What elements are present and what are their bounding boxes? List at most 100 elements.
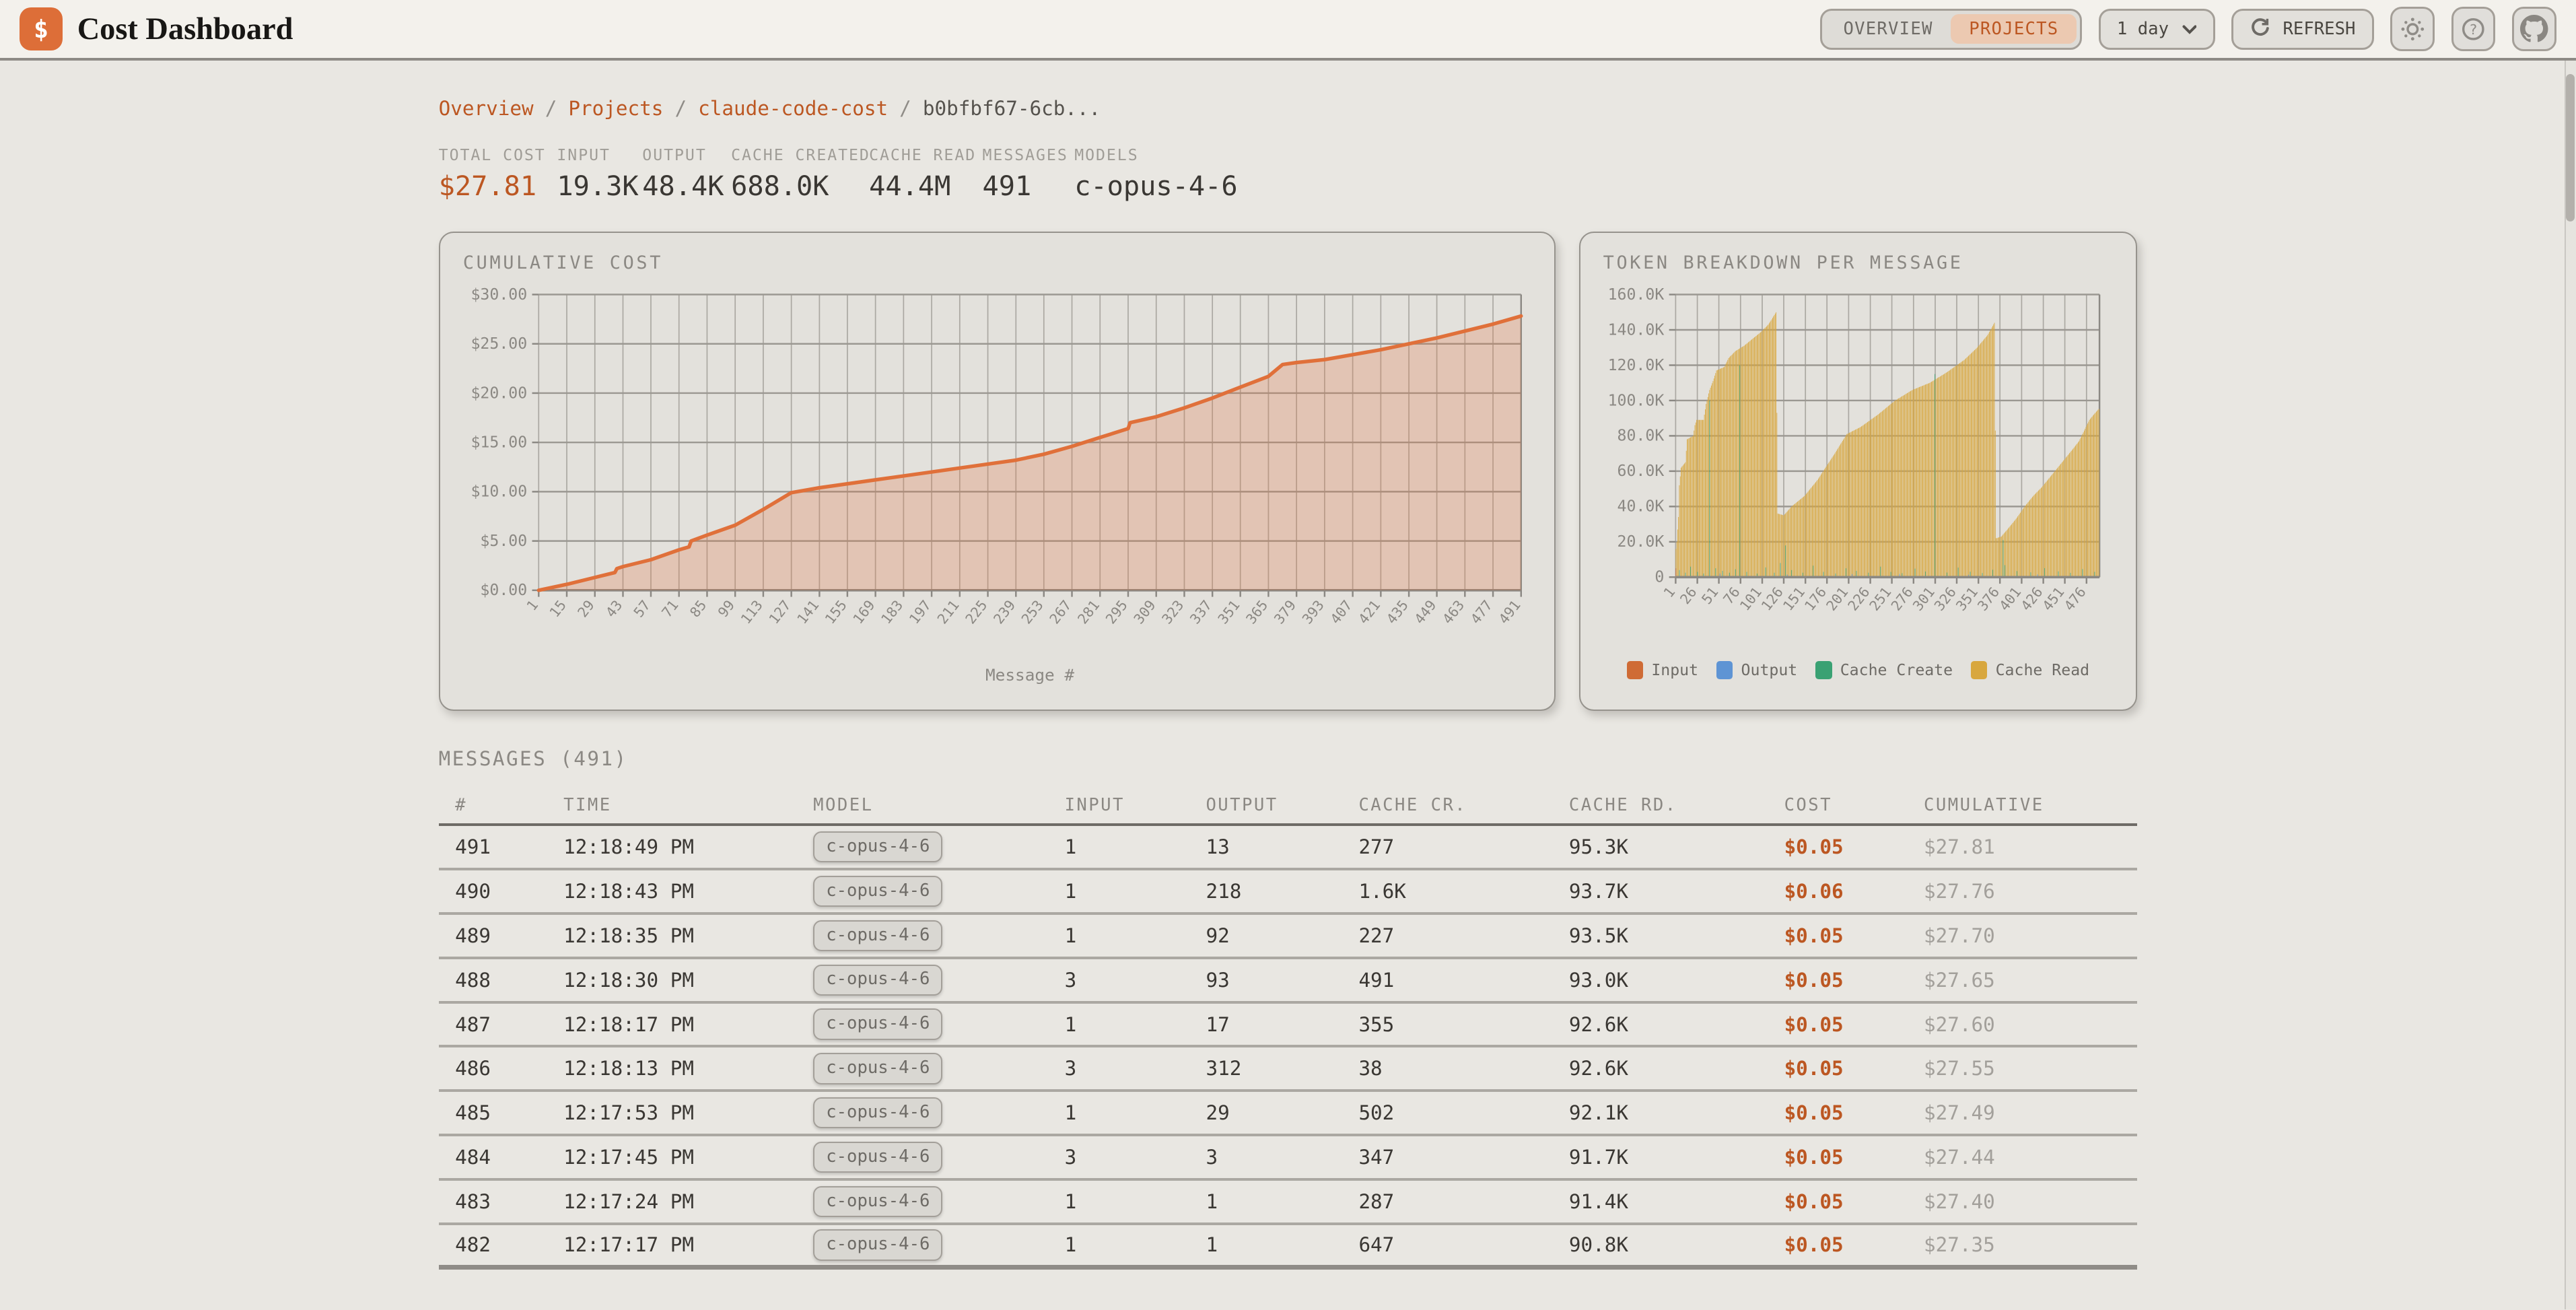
legend-swatch: [1716, 661, 1733, 679]
help-icon: ?: [2461, 17, 2486, 42]
svg-text:176: 176: [1801, 584, 1830, 614]
table-row[interactable]: 48612:18:13 PMc-opus-4-633123892.6K$0.05…: [439, 1047, 2138, 1092]
row-cumulative: $27.49: [1924, 1101, 2137, 1124]
row-cumulative: $27.81: [1924, 835, 2137, 858]
row-output: 92: [1206, 924, 1358, 947]
row-number: 487: [455, 1013, 563, 1036]
model-badge: c-opus-4-6: [813, 876, 942, 907]
row-number: 483: [455, 1190, 563, 1213]
app-title: Cost Dashboard: [77, 11, 293, 47]
legend-swatch: [1627, 661, 1643, 679]
svg-text:126: 126: [1758, 584, 1786, 614]
svg-text:Message #: Message #: [985, 665, 1074, 685]
scrollbar-thumb[interactable]: [2566, 74, 2574, 222]
table-row[interactable]: 49012:18:43 PMc-opus-4-612181.6K93.7K$0.…: [439, 870, 2138, 915]
svg-text:393: 393: [1299, 597, 1327, 627]
table-row[interactable]: 49112:18:49 PMc-opus-4-611327795.3K$0.05…: [439, 826, 2138, 870]
github-button[interactable]: [2512, 7, 2556, 51]
theme-toggle-button[interactable]: [2390, 7, 2435, 51]
breadcrumb-link[interactable]: Projects: [568, 97, 663, 120]
svg-text:407: 407: [1327, 597, 1355, 627]
stat-models: MODELSc-opus-4-6: [1074, 146, 1237, 202]
column-header: TIME: [563, 795, 813, 815]
table-row[interactable]: 48712:18:17 PMc-opus-4-611735592.6K$0.05…: [439, 1004, 2138, 1048]
svg-text:451: 451: [2039, 584, 2067, 614]
svg-text:43: 43: [602, 597, 625, 620]
column-header: CACHE RD.: [1569, 795, 1784, 815]
stat-output: OUTPUT48.4K: [642, 146, 731, 202]
stat-total-cost: TOTAL COST $27.81: [439, 146, 557, 202]
row-input: 1: [1065, 1233, 1206, 1256]
stat-value: $27.81: [439, 171, 557, 202]
stat-value: 44.4M: [869, 171, 982, 202]
cumulative-cost-panel: CUMULATIVE COST 115294357718599113127141…: [439, 232, 1556, 712]
row-cost: $0.05: [1784, 1013, 1924, 1036]
model-badge: c-opus-4-6: [813, 965, 942, 996]
row-input: 1: [1065, 1190, 1206, 1213]
row-model: c-opus-4-6: [813, 876, 1064, 907]
row-time: 12:17:53 PM: [563, 1101, 813, 1124]
row-input: 1: [1065, 1013, 1206, 1036]
table-row[interactable]: 48812:18:30 PMc-opus-4-639349193.0K$0.05…: [439, 959, 2138, 1004]
tab-projects[interactable]: PROJECTS: [1951, 14, 2077, 44]
scrollbar[interactable]: [2565, 61, 2576, 1309]
svg-text:449: 449: [1411, 597, 1439, 627]
breadcrumb-link[interactable]: claude-code-cost: [698, 97, 888, 120]
stat-label: TOTAL COST: [439, 146, 557, 164]
svg-text:$30.00: $30.00: [471, 285, 527, 304]
table-row[interactable]: 48412:17:45 PMc-opus-4-63334791.7K$0.05$…: [439, 1136, 2138, 1181]
svg-text:239: 239: [990, 597, 1018, 627]
row-model: c-opus-4-6: [813, 965, 1064, 996]
table-row[interactable]: 48212:17:17 PMc-opus-4-61164790.8K$0.05$…: [439, 1225, 2138, 1270]
stat-messages: MESSAGES491: [983, 146, 1075, 202]
svg-text:80.0K: 80.0K: [1617, 427, 1664, 445]
breadcrumb-link[interactable]: Overview: [439, 97, 534, 120]
row-input: 1: [1065, 835, 1206, 858]
row-number: 491: [455, 835, 563, 858]
svg-text:326: 326: [1931, 584, 1959, 614]
range-select[interactable]: 1 day: [2099, 9, 2215, 50]
table-row[interactable]: 48512:17:53 PMc-opus-4-612950292.1K$0.05…: [439, 1092, 2138, 1136]
svg-text:401: 401: [1996, 584, 2024, 614]
dollar-logo-icon: $: [20, 7, 62, 50]
svg-text:477: 477: [1467, 597, 1496, 627]
svg-text:183: 183: [878, 597, 906, 627]
stat-input: INPUT19.3K: [557, 146, 642, 202]
table-header-row: #TIMEMODELINPUTOUTPUTCACHE CR.CACHE RD.C…: [439, 786, 2138, 826]
row-model: c-opus-4-6: [813, 1008, 1064, 1039]
table-row[interactable]: 48912:18:35 PMc-opus-4-619222793.5K$0.05…: [439, 915, 2138, 959]
svg-text:155: 155: [822, 597, 850, 627]
legend-label: Input: [1651, 661, 1698, 679]
svg-text:251: 251: [1866, 584, 1894, 614]
column-header: MODEL: [813, 795, 1064, 815]
sun-icon: [2400, 17, 2425, 42]
svg-text:426: 426: [2017, 584, 2046, 614]
svg-text:376: 376: [1974, 584, 2003, 614]
svg-text:337: 337: [1187, 597, 1215, 627]
row-number: 488: [455, 969, 563, 992]
svg-text:140.0K: 140.0K: [1607, 321, 1664, 339]
stat-label: OUTPUT: [642, 146, 731, 164]
legend-swatch: [1815, 661, 1832, 679]
row-input: 3: [1065, 1146, 1206, 1169]
svg-text:197: 197: [906, 597, 934, 627]
brand: $ Cost Dashboard: [20, 7, 293, 50]
tab-overview[interactable]: OVERVIEW: [1825, 14, 1951, 44]
legend-swatch: [1971, 661, 1987, 679]
row-model: c-opus-4-6: [813, 920, 1064, 951]
refresh-button[interactable]: REFRESH: [2231, 9, 2374, 50]
help-button[interactable]: ?: [2451, 7, 2496, 51]
row-time: 12:18:13 PM: [563, 1057, 813, 1080]
column-header: INPUT: [1065, 795, 1206, 815]
row-output: 1: [1206, 1190, 1358, 1213]
model-badge: c-opus-4-6: [813, 831, 942, 862]
svg-text:120.0K: 120.0K: [1607, 356, 1664, 374]
table-row[interactable]: 48312:17:24 PMc-opus-4-61128791.4K$0.05$…: [439, 1181, 2138, 1225]
row-output: 312: [1206, 1057, 1358, 1080]
row-input: 1: [1065, 880, 1206, 903]
svg-text:435: 435: [1383, 597, 1412, 627]
row-input: 1: [1065, 1101, 1206, 1124]
column-header: COST: [1784, 795, 1924, 815]
refresh-icon: [2250, 17, 2270, 41]
breadcrumb-separator: /: [899, 97, 911, 120]
